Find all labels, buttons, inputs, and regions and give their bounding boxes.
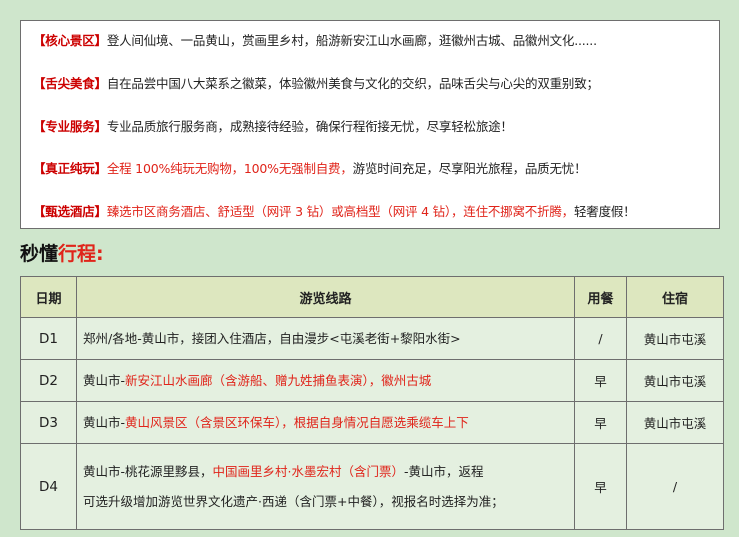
stay-cell: 黄山市屯溪	[626, 317, 724, 360]
route-text: 黄山市-桃花源里黟县，	[83, 463, 213, 479]
header-route: 游览线路	[76, 276, 575, 318]
day-cell: D3	[20, 401, 77, 444]
meal-cell: 早	[574, 401, 627, 444]
feature-hotel: 【甄选酒店】臻选市区商务酒店、舒适型（网评 3 钻）或高档型（网评 4 钻），连…	[33, 202, 636, 222]
route-second-line: 可选升级增加游览世界文化遗产·西递（含门票+中餐），视报名时选择为准；	[83, 493, 504, 509]
feature-tag: 【舌尖美食】	[33, 76, 107, 91]
route-cell: 黄山市-新安江山水画廊（含游船、赠九姓捕鱼表演），徽州古城	[76, 359, 575, 402]
stay-cell: 黄山市屯溪	[626, 401, 724, 444]
day-cell: D4	[20, 443, 77, 530]
meal-cell: /	[574, 317, 627, 360]
table-header-row: 日期 游览线路 用餐 住宿	[20, 276, 724, 318]
feature-tail-text: 轻奢度假！	[573, 204, 636, 219]
route-highlight: 中国画里乡村·水墨宏村（含门票）	[212, 463, 404, 479]
stay-cell: /	[626, 443, 724, 530]
feature-tag: 【专业服务】	[33, 119, 107, 134]
feature-pure-play: 【真正纯玩】全程 100%纯玩无购物，100%无强制自费，游览时间充足，尽享阳光…	[33, 159, 587, 179]
feature-tail-text: 游览时间充足，尽享阳光旅程，品质无忧！	[352, 161, 587, 176]
section-title-highlight: 行程	[58, 243, 97, 265]
route-highlight: 黄山风景区（含景区环保车），根据自身情况自愿选乘缆车上下	[125, 414, 469, 430]
meal-cell: 早	[574, 443, 627, 530]
header-stay: 住宿	[626, 276, 724, 318]
header-meal: 用餐	[574, 276, 627, 318]
day-cell: D1	[20, 317, 77, 360]
route-text: 黄山市-	[83, 372, 126, 388]
route-cell: 郑州/各地-黄山市，接团入住酒店，自由漫步<屯溪老街+黎阳水街>	[76, 317, 575, 360]
feature-food: 【舌尖美食】自在品尝中国八大菜系之徽菜，体验徽州美食与文化的交织，品味舌尖与心尖…	[33, 74, 599, 94]
feature-red-text: 臻选市区商务酒店、舒适型（网评 3 钻）或高档型（网评 4 钻），连住不挪窝不折…	[106, 204, 574, 219]
feature-red-text: 全程 100%纯玩无购物，100%无强制自费，	[106, 161, 353, 176]
feature-core-scenic: 【核心景区】登人间仙境、一品黄山，赏画里乡村，船游新安江山水画廊，逛徽州古城、品…	[33, 31, 597, 51]
stay-cell: 黄山市屯溪	[626, 359, 724, 402]
route-text-tail: -黄山市，返程	[404, 463, 484, 479]
route-cell: 黄山市-桃花源里黟县，中国画里乡村·水墨宏村（含门票）-黄山市，返程可选升级增加…	[76, 443, 575, 530]
feature-text: 专业品质旅行服务商，成熟接待经验，确保行程衔接无忧，尽享轻松旅途！	[106, 119, 513, 134]
feature-service: 【专业服务】专业品质旅行服务商，成熟接待经验，确保行程衔接无忧，尽享轻松旅途！	[33, 117, 513, 137]
section-title-suffix: :	[96, 243, 104, 265]
table-row: D2 黄山市-新安江山水画廊（含游船、赠九姓捕鱼表演），徽州古城 早 黄山市屯溪	[20, 359, 724, 402]
feature-text: 自在品尝中国八大菜系之徽菜，体验徽州美食与文化的交织，品味舌尖与心尖的双重别致；	[106, 76, 599, 91]
route-cell: 黄山市-黄山风景区（含景区环保车），根据自身情况自愿选乘缆车上下	[76, 401, 575, 444]
route-text: 郑州/各地-黄山市，接团入住酒店，自由漫步<屯溪老街+黎阳水街>	[83, 330, 461, 346]
feature-text: 登人间仙境、一品黄山，赏画里乡村，船游新安江山水画廊，逛徽州古城、品徽州文化..…	[106, 33, 597, 48]
feature-tag: 【核心景区】	[33, 33, 107, 48]
route-highlight: 新安江山水画廊（含游船、赠九姓捕鱼表演），徽州古城	[125, 372, 432, 388]
section-title-prefix: 秒懂	[20, 243, 59, 265]
table-row: D4 黄山市-桃花源里黟县，中国画里乡村·水墨宏村（含门票）-黄山市，返程可选升…	[20, 443, 724, 530]
table-row: D3 黄山市-黄山风景区（含景区环保车），根据自身情况自愿选乘缆车上下 早 黄山…	[20, 401, 724, 444]
table-row: D1 郑州/各地-黄山市，接团入住酒店，自由漫步<屯溪老街+黎阳水街> / 黄山…	[20, 317, 724, 360]
itinerary-table: 日期 游览线路 用餐 住宿 D1 郑州/各地-黄山市，接团入住酒店，自由漫步<屯…	[20, 276, 724, 530]
feature-tag: 【真正纯玩】	[33, 161, 107, 176]
header-day: 日期	[20, 276, 77, 318]
features-box: 【核心景区】登人间仙境、一品黄山，赏画里乡村，船游新安江山水画廊，逛徽州古城、品…	[20, 20, 720, 229]
meal-cell: 早	[574, 359, 627, 402]
feature-tag: 【甄选酒店】	[33, 204, 107, 219]
route-text: 黄山市-	[83, 414, 126, 430]
day-cell: D2	[20, 359, 77, 402]
section-title: 秒懂行程:	[20, 241, 104, 267]
